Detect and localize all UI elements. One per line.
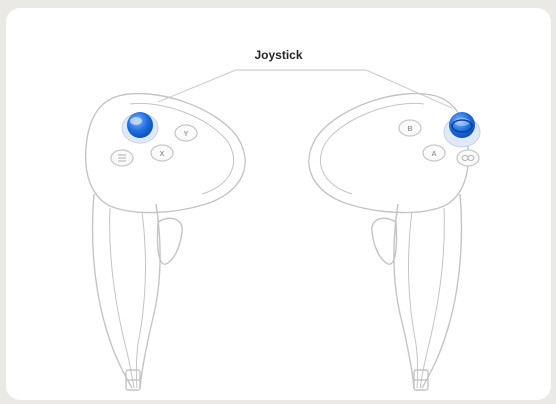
left-controller	[84, 92, 246, 391]
right-controller	[308, 92, 470, 391]
right-a-button-label: A	[431, 151, 436, 158]
joystick-callout-lines	[157, 69, 453, 109]
right-b-button-label: B	[407, 126, 412, 133]
left-x-button-label: X	[160, 151, 165, 158]
left-y-button-label: Y	[184, 131, 189, 138]
left-joystick-icon	[121, 112, 159, 144]
right-joystick-icon	[443, 112, 481, 148]
diagram-frame: Joystick Y X B A	[6, 8, 551, 400]
controllers-illustration: Y X B A	[84, 69, 481, 391]
